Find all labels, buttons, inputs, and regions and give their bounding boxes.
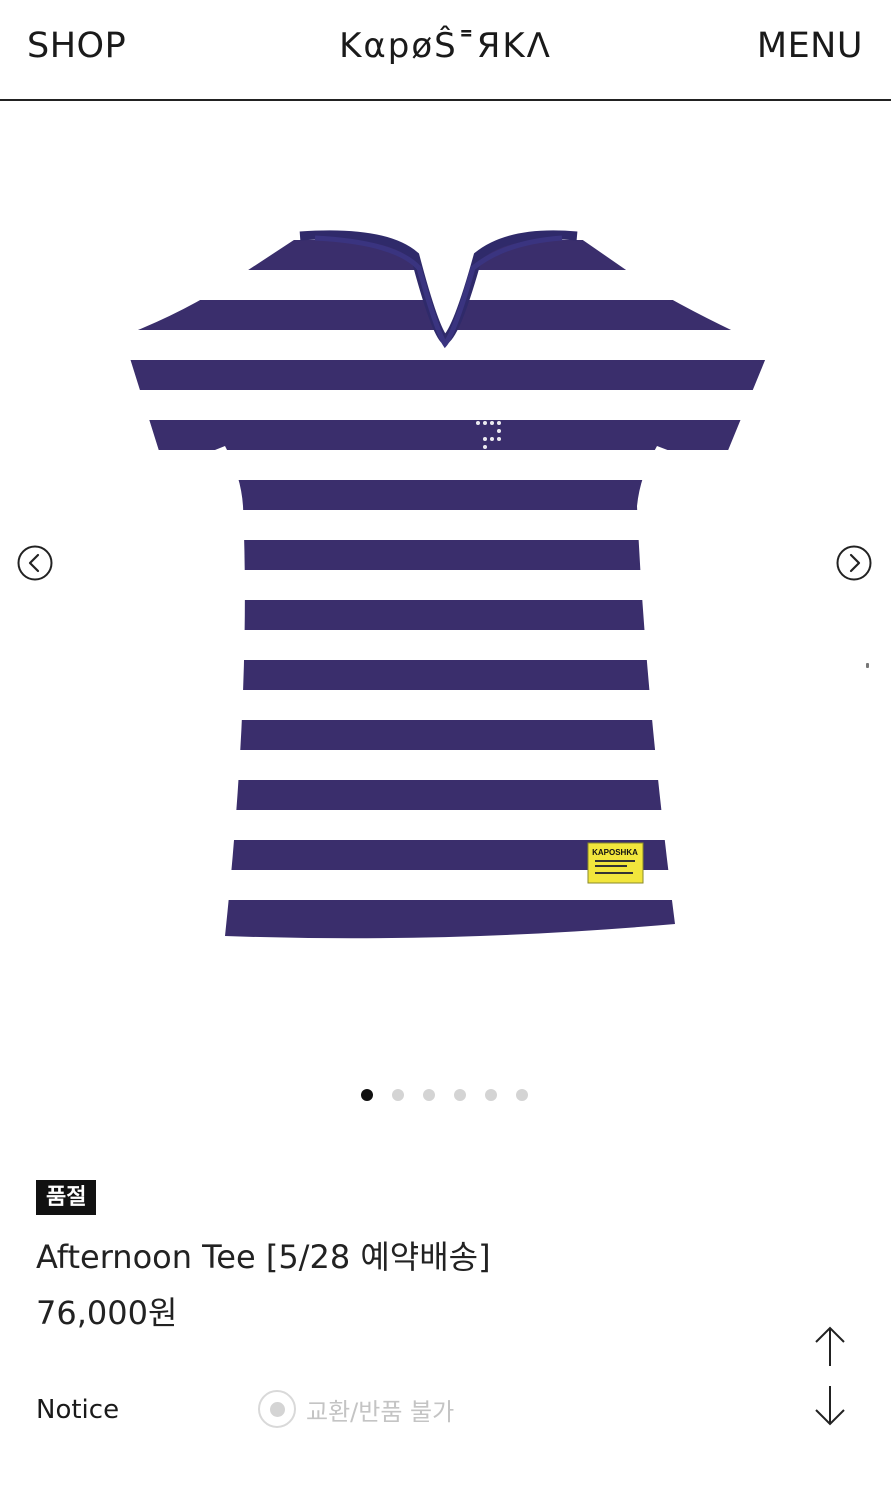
svg-text:KAPOSHKA: KAPOSHKA [592, 848, 638, 857]
gallery-dot-6[interactable] [516, 1089, 528, 1101]
notice-option-label: 교환/반품 불가 [306, 1397, 455, 1426]
soldout-badge: 품절 [36, 1180, 97, 1215]
gallery-dot-4[interactable] [454, 1089, 466, 1101]
chevron-right-circle-icon[interactable] [835, 544, 873, 582]
gallery-dot-1[interactable] [361, 1089, 373, 1101]
radio-dot [269, 1401, 285, 1417]
notice-option[interactable]: 교환/반품 불가 [258, 1390, 454, 1428]
gallery-dot-3[interactable] [423, 1089, 435, 1101]
product-price: 76,000원 [36, 1294, 178, 1332]
product-name: Afternoon Tee [5/28 예약배송] [36, 1238, 491, 1276]
gallery-dot-2[interactable] [392, 1089, 404, 1101]
chevron-left-circle-icon[interactable] [16, 544, 54, 582]
product-gallery: KAPOSHKA [0, 102, 891, 1132]
top-nav-bar: SHOP KαpøŜ˭ЯKΛ MENU [0, 0, 891, 101]
kaposhka-label-tag: KAPOSHKA [587, 842, 644, 884]
radio-button[interactable] [258, 1390, 296, 1428]
arrow-down-icon[interactable] [812, 1382, 848, 1428]
gallery-dot-5[interactable] [485, 1089, 497, 1101]
stray-mark [866, 663, 869, 668]
arrow-up-icon[interactable] [812, 1324, 848, 1370]
menu-link[interactable]: MENU [757, 26, 863, 66]
product-image: KAPOSHKA [123, 230, 770, 939]
gallery-pagination [361, 1089, 528, 1101]
notice-label: Notice [36, 1395, 120, 1425]
